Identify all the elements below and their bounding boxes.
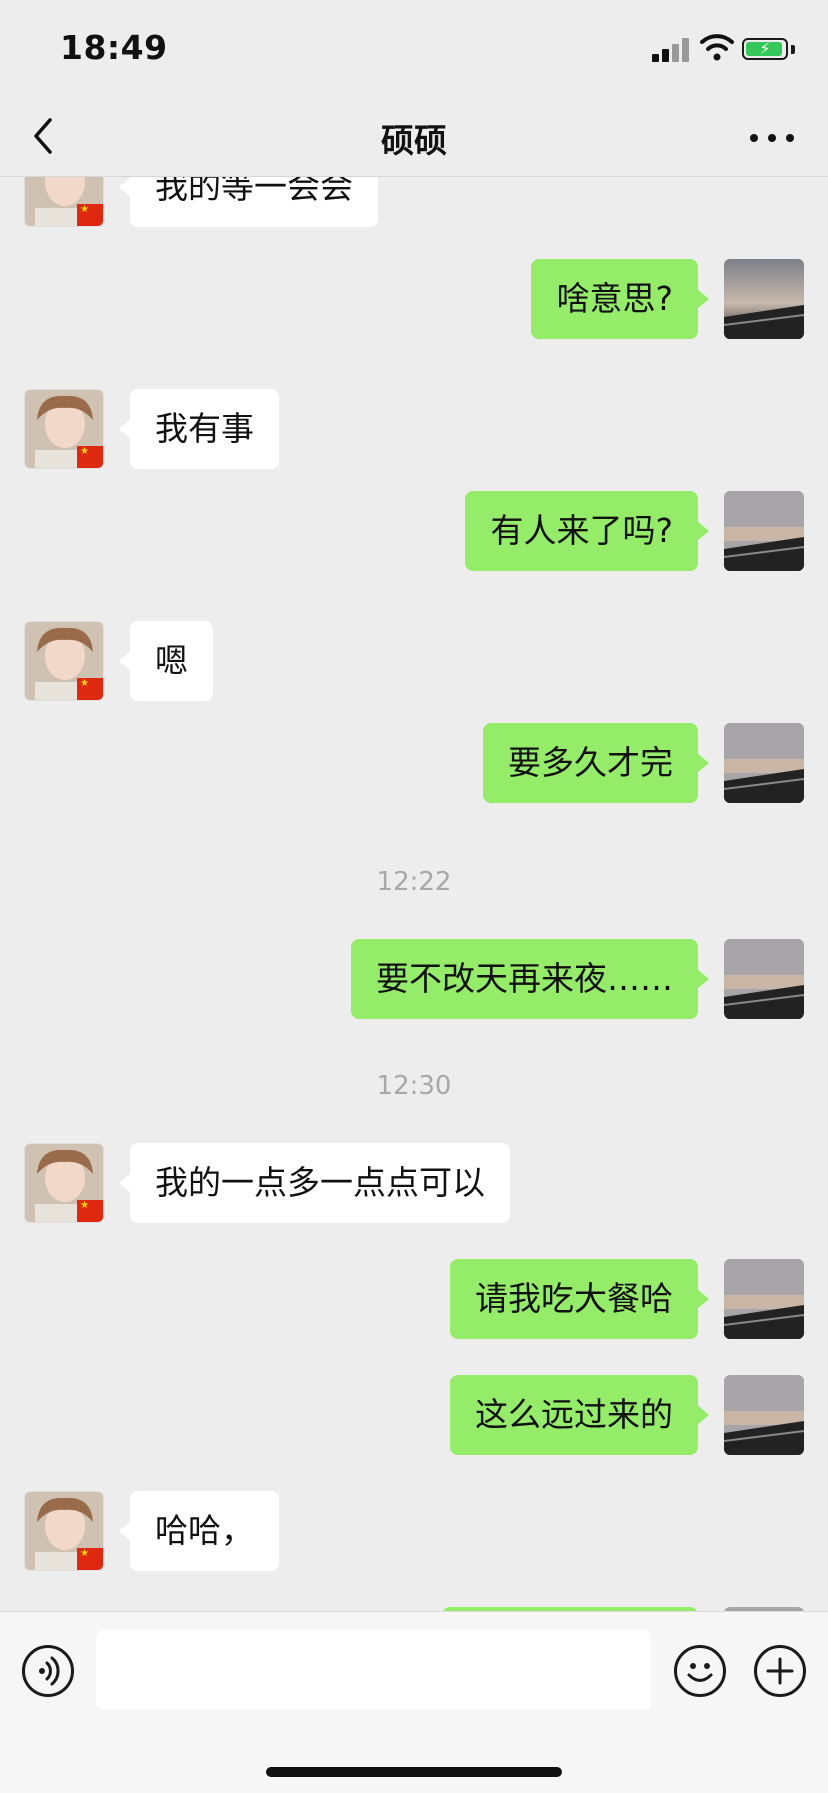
sunset-photo [724,259,804,339]
message-list[interactable]: 我的等一会会 啥意思? 我有事 有人来了吗? 嗯 要多久才完 [0,177,828,1611]
chat-header: 硕硕 [0,96,828,177]
contact-avatar[interactable] [24,389,104,469]
message-input[interactable] [96,1630,651,1710]
timestamp: 12:22 [376,867,452,897]
flag-badge-icon [77,678,103,700]
flag-badge-icon [77,446,103,468]
received-message[interactable]: 我有事 [119,389,279,469]
flag-badge-icon [77,1548,103,1570]
sunset-photo [724,939,804,1019]
chat-title: 硕硕 [381,121,447,160]
received-message[interactable]: 我的等一会会 [119,177,378,227]
voice-icon [39,1656,60,1686]
timestamp: 12:30 [376,1071,452,1101]
contact-avatar[interactable] [24,1143,104,1223]
my-avatar[interactable] [724,491,804,571]
flag-badge-icon [77,1200,103,1222]
sent-message[interactable]: 要不改天再来夜…… [351,939,709,1019]
sunset-photo [724,1375,804,1455]
my-avatar[interactable] [724,723,804,803]
my-avatar[interactable] [724,939,804,1019]
battery-icon: ⚡ [742,38,788,60]
sent-message[interactable]: 这么远过来的 [450,1375,709,1455]
emoji-button[interactable] [674,1645,726,1697]
sunset-photo [724,1259,804,1339]
battery-tip [791,45,795,54]
sent-message[interactable]: 请我吃大餐哈 [450,1259,709,1339]
emoji-icon [687,1663,713,1682]
received-message[interactable]: 哈哈， [119,1491,279,1571]
sunset-photo [724,723,804,803]
received-message[interactable]: 嗯 [119,621,213,701]
contact-avatar[interactable] [24,1491,104,1571]
received-message[interactable]: 我的一点多一点点可以 [119,1143,510,1223]
my-avatar[interactable] [724,1375,804,1455]
sent-message[interactable]: 要多久才完 [483,723,709,803]
status-bar: 18:49 ⚡ [0,0,828,96]
wifi-icon [700,34,734,61]
more-button[interactable] [746,118,798,158]
sent-message[interactable]: 有人来了吗? [465,491,709,571]
flag-badge-icon [77,204,103,226]
input-bar [0,1611,828,1793]
my-avatar[interactable] [724,1259,804,1339]
contact-avatar[interactable] [24,621,104,701]
status-time: 18:49 [60,28,168,67]
plus-icon [766,1657,794,1685]
my-avatar[interactable] [724,259,804,339]
signal-icon [652,38,692,62]
home-indicator[interactable] [266,1767,562,1777]
voice-button[interactable] [22,1645,74,1697]
sunset-photo [724,491,804,571]
contact-avatar[interactable] [24,177,104,227]
sent-message[interactable]: 啥意思? [531,259,709,339]
plus-button[interactable] [754,1645,806,1697]
